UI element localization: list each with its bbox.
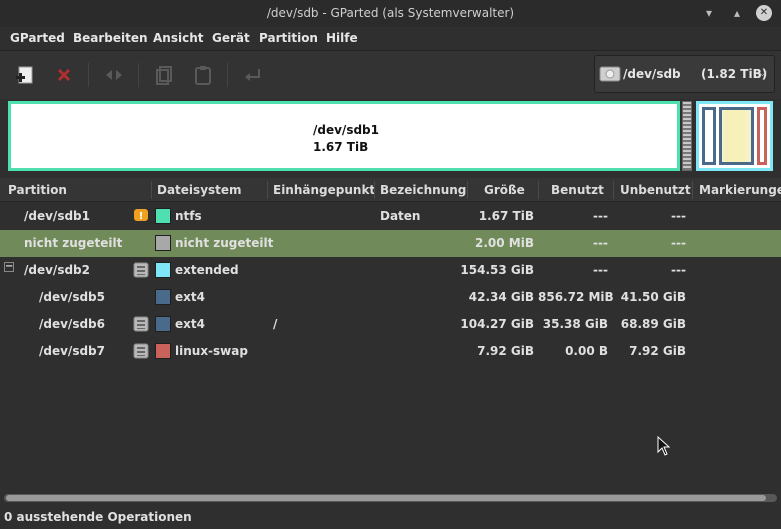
info-icon [133, 316, 149, 332]
cell-filesystem: ext4 [175, 290, 205, 304]
cell-unused: 68.89 GiB [620, 317, 686, 331]
cell-size: 7.92 GiB [477, 344, 534, 358]
cell-used: --- [593, 236, 608, 250]
graph-partition-sdb7[interactable] [757, 107, 767, 165]
graph-partition-name: /dev/sdb1 [313, 123, 379, 137]
col-unbenutzt[interactable]: Unbenutzt [620, 183, 691, 197]
col-einhaengepunkt[interactable]: Einhängepunkt [273, 183, 375, 197]
cell-filesystem: linux-swap [175, 344, 248, 358]
table-header: Partition Dateisystem Einhängepunkt Beze… [0, 178, 781, 202]
title-bar: /dev/sdb - GParted (als Systemverwalter)… [0, 0, 781, 27]
scrollbar-thumb[interactable] [6, 495, 766, 501]
resize-move-icon[interactable] [103, 64, 125, 86]
table-row[interactable]: /dev/sdb5 ext4 42.34 GiB 856.72 MiB 41.5… [0, 284, 781, 311]
chevron-down-icon: ⌵ [758, 65, 768, 79]
cell-size: 1.67 TiB [478, 209, 534, 223]
toolbar-separator [138, 63, 139, 87]
menu-hilfe[interactable]: Hilfe [326, 31, 358, 45]
cell-used: 856.72 MiB [538, 290, 614, 304]
cell-size: 2.00 MiB [475, 236, 534, 250]
toolbar-separator [88, 63, 89, 87]
cell-partition: /dev/sdb6 [39, 317, 105, 331]
device-selector[interactable]: /dev/sdb (1.82 TiB) ⌵ [594, 55, 775, 93]
cell-partition: /dev/sdb1 [24, 209, 90, 223]
menu-bearbeiten[interactable]: Bearbeiten [73, 31, 148, 45]
cell-size: 42.34 GiB [468, 290, 534, 304]
cell-partition: /dev/sdb7 [39, 344, 105, 358]
delete-icon[interactable] [53, 64, 75, 86]
cell-used: 35.38 GiB [542, 317, 608, 331]
cell-filesystem: nicht zugeteilt [175, 236, 274, 250]
harddisk-icon [599, 64, 621, 84]
minimize-button[interactable]: ▾ [701, 5, 717, 21]
menu-ansicht[interactable]: Ansicht [153, 31, 203, 45]
status-bar: 0 ausstehende Operationen [0, 505, 781, 529]
fs-color-swatch [155, 208, 171, 224]
info-icon [133, 343, 149, 359]
cell-label: Daten [380, 209, 421, 223]
col-bezeichnung[interactable]: Bezeichnung [380, 183, 466, 197]
menu-gparted[interactable]: GParted [10, 31, 65, 45]
new-partition-icon[interactable] [14, 64, 36, 86]
fs-color-swatch [155, 262, 171, 278]
cell-unused: --- [671, 263, 686, 277]
cell-used: --- [593, 263, 608, 277]
info-icon [133, 262, 149, 278]
pending-operations-status: 0 ausstehende Operationen [4, 510, 192, 524]
col-markierungen[interactable]: Markierungen [699, 183, 781, 197]
fs-color-swatch [155, 289, 171, 305]
menu-bar: GParted Bearbeiten Ansicht Gerät Partiti… [0, 27, 781, 51]
graph-partition-size: 1.67 TiB [313, 140, 369, 154]
cell-unused: --- [671, 209, 686, 223]
col-groesse[interactable]: Größe [484, 183, 525, 197]
table-row[interactable]: /dev/sdb6 ext4 / 104.27 GiB 35.38 GiB 68… [0, 311, 781, 338]
col-dateisystem[interactable]: Dateisystem [157, 183, 242, 197]
menu-geraet[interactable]: Gerät [212, 31, 250, 45]
copy-icon[interactable] [153, 64, 175, 86]
cell-size: 154.53 GiB [460, 263, 534, 277]
table-row-selected[interactable]: nicht zugeteilt nicht zugeteilt 2.00 MiB… [0, 230, 781, 257]
horizontal-scrollbar[interactable] [4, 494, 777, 502]
graph-partition-sdb6[interactable] [719, 107, 754, 165]
maximize-button[interactable]: ▴ [729, 5, 745, 21]
cell-unused: 41.50 GiB [620, 290, 686, 304]
graph-partition-sdb1[interactable]: /dev/sdb1 1.67 TiB [8, 101, 680, 171]
col-benutzt[interactable]: Benutzt [551, 183, 604, 197]
graph-unallocated[interactable] [682, 101, 692, 171]
table-row[interactable]: /dev/sdb7 linux-swap 7.92 GiB 0.00 B 7.9… [0, 338, 781, 365]
fs-color-swatch [155, 316, 171, 332]
toolbar-separator [227, 63, 228, 87]
cell-filesystem: extended [175, 263, 239, 277]
cell-filesystem: ext4 [175, 317, 205, 331]
mouse-cursor-icon [657, 435, 671, 456]
cell-partition: nicht zugeteilt [24, 236, 123, 250]
table-row[interactable]: /dev/sdb1 ! ntfs Daten 1.67 TiB --- --- [0, 203, 781, 230]
table-row[interactable]: − /dev/sdb2 extended 154.53 GiB --- --- [0, 257, 781, 284]
cell-used: 0.00 B [565, 344, 608, 358]
device-name: /dev/sdb [623, 67, 681, 81]
collapse-icon[interactable]: − [4, 262, 14, 272]
cell-size: 104.27 GiB [460, 317, 534, 331]
fs-color-swatch [155, 235, 171, 251]
cell-unused: 7.92 GiB [629, 344, 686, 358]
cell-partition: /dev/sdb2 [24, 263, 90, 277]
paste-icon[interactable] [192, 64, 214, 86]
col-partition[interactable]: Partition [8, 183, 67, 197]
menu-partition[interactable]: Partition [259, 31, 318, 45]
graph-partition-sdb5[interactable] [702, 107, 716, 165]
cell-filesystem: ntfs [175, 209, 202, 223]
cell-mountpoint: / [273, 317, 278, 331]
graph-extended-sdb2[interactable] [696, 101, 773, 171]
warning-icon: ! [133, 208, 149, 224]
svg-text:!: ! [139, 211, 144, 222]
cell-partition: /dev/sdb5 [39, 290, 105, 304]
partition-graph: /dev/sdb1 1.67 TiB [0, 99, 781, 177]
cell-unused: --- [671, 236, 686, 250]
cell-used: --- [593, 209, 608, 223]
close-button[interactable]: ✕ [756, 5, 772, 21]
window-title: /dev/sdb - GParted (als Systemverwalter) [266, 6, 515, 20]
undo-icon[interactable] [242, 64, 264, 86]
fs-color-swatch [155, 343, 171, 359]
